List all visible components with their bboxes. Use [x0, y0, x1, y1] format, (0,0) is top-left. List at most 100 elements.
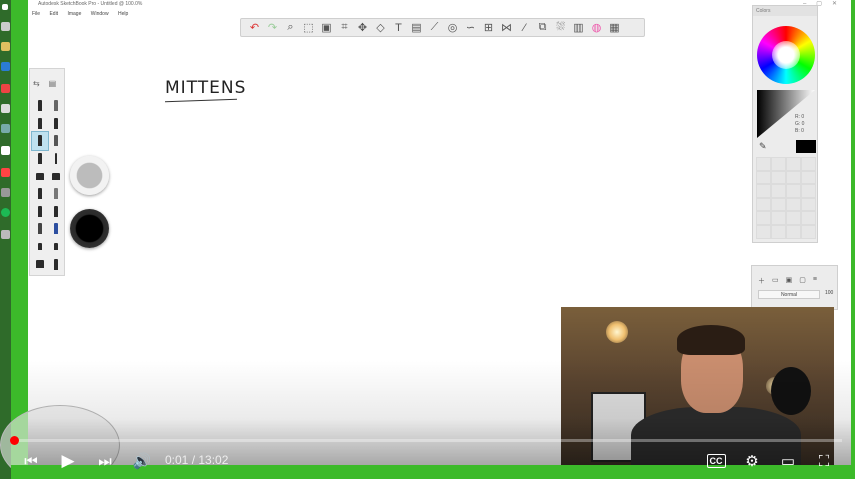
brush-chisel[interactable]: [32, 167, 48, 185]
menu-edit[interactable]: Edit: [49, 11, 58, 17]
swatch[interactable]: [801, 184, 816, 198]
volume-icon[interactable]: 🔊: [130, 448, 154, 474]
captions-icon[interactable]: CC: [704, 448, 728, 474]
value-triangle[interactable]: [757, 90, 815, 138]
crop-icon[interactable]: ⌗: [337, 20, 352, 35]
brush-pen[interactable]: [48, 115, 64, 133]
file-explorer-icon[interactable]: [1, 42, 10, 51]
menu-window[interactable]: Window: [91, 11, 109, 17]
fill-icon[interactable]: ⛆: [553, 20, 568, 35]
swatch[interactable]: [801, 211, 816, 225]
move-icon[interactable]: ✥: [355, 20, 370, 35]
stroke-icon[interactable]: ⁄: [517, 20, 532, 35]
swatch[interactable]: [801, 157, 816, 171]
menu-file[interactable]: File: [32, 11, 40, 17]
brush-ballpoint[interactable]: [48, 97, 64, 115]
shapes-icon[interactable]: ⧉: [535, 20, 550, 35]
swatch[interactable]: [786, 197, 801, 212]
layers-icon[interactable]: ▦: [607, 20, 622, 35]
blend-mode-select[interactable]: Normal: [758, 290, 820, 299]
brush-paint[interactable]: [32, 220, 48, 238]
brush-smear[interactable]: [32, 238, 48, 256]
redo-icon[interactable]: ↷: [265, 20, 280, 35]
transform-icon[interactable]: ▣: [319, 20, 334, 35]
brush-pencil[interactable]: [32, 97, 48, 115]
theater-mode-icon[interactable]: ▭: [776, 448, 800, 474]
swatch[interactable]: [801, 170, 816, 185]
symmetry-icon[interactable]: ⋈: [499, 20, 514, 35]
select-icon[interactable]: ⬚: [301, 20, 316, 35]
french-curve-icon[interactable]: ∽: [463, 20, 478, 35]
eyedropper-icon[interactable]: ✎: [759, 141, 767, 152]
app-icon[interactable]: [1, 104, 10, 113]
camtasia-icon[interactable]: [1, 146, 10, 155]
brush-fine[interactable]: [48, 150, 64, 168]
task-view-icon[interactable]: [1, 22, 10, 31]
swatch[interactable]: [756, 184, 771, 198]
start-icon[interactable]: [2, 4, 8, 10]
brush-inking[interactable]: [32, 150, 48, 168]
brush-wet[interactable]: [32, 255, 48, 273]
copic-icon[interactable]: ▥: [571, 20, 586, 35]
sketchbook-icon[interactable]: [1, 168, 10, 177]
brush-selected[interactable]: [31, 131, 49, 151]
swatch[interactable]: [756, 224, 771, 239]
lock-icon[interactable]: ▢: [799, 276, 806, 286]
swatch[interactable]: [771, 224, 786, 239]
brush-felt[interactable]: [48, 132, 64, 150]
brush-charcoal[interactable]: [48, 203, 64, 221]
ruler-icon[interactable]: ⟋: [427, 20, 442, 35]
swatch[interactable]: [786, 170, 801, 185]
brush-palette-header[interactable]: ⇆ ▤: [33, 79, 56, 88]
distort-icon[interactable]: ◇: [373, 20, 388, 35]
brush-texture[interactable]: [48, 255, 64, 273]
swatch[interactable]: [756, 170, 771, 185]
image-icon[interactable]: ▤: [409, 20, 424, 35]
swatch[interactable]: [801, 197, 816, 212]
play-icon[interactable]: ▶: [56, 448, 80, 474]
settings-icon[interactable]: ⚙: [740, 448, 764, 474]
swatch[interactable]: [756, 197, 771, 212]
image-layer-icon[interactable]: ▣: [786, 276, 793, 286]
spotify-icon[interactable]: [1, 208, 10, 217]
swatch[interactable]: [771, 170, 786, 185]
perspective-icon[interactable]: ⊞: [481, 20, 496, 35]
app-icon-2[interactable]: [1, 124, 10, 133]
swatch[interactable]: [801, 224, 816, 239]
swatch[interactable]: [786, 184, 801, 198]
swatch[interactable]: [786, 224, 801, 239]
menu-help[interactable]: Help: [118, 11, 128, 17]
menu-image[interactable]: Image: [67, 11, 81, 17]
swatch[interactable]: [786, 157, 801, 171]
zoom-icon[interactable]: ⌕: [283, 20, 298, 35]
swatch[interactable]: [771, 197, 786, 212]
swatch[interactable]: [771, 184, 786, 198]
layer-opacity[interactable]: 100: [825, 290, 833, 296]
next-icon[interactable]: ⏭: [94, 448, 116, 474]
undo-icon[interactable]: ↶: [247, 20, 262, 35]
brush-pastel[interactable]: [32, 203, 48, 221]
fullscreen-icon[interactable]: ⛶: [812, 448, 836, 474]
brush-airbrush[interactable]: [32, 185, 48, 203]
swatch[interactable]: [771, 157, 786, 171]
swatch[interactable]: [756, 157, 771, 171]
edge-icon[interactable]: [1, 62, 10, 71]
app-icon-3[interactable]: [1, 188, 10, 197]
brush-marker[interactable]: [32, 115, 48, 133]
brush-soft[interactable]: [48, 185, 64, 203]
color-wheel-icon[interactable]: ◍: [589, 20, 604, 35]
brush-size-puck[interactable]: [70, 156, 109, 195]
swatch[interactable]: [756, 211, 771, 225]
ellipse-icon[interactable]: ◎: [445, 20, 460, 35]
brush-blur[interactable]: [48, 238, 64, 256]
swatch[interactable]: [786, 211, 801, 225]
current-color-swatch[interactable]: [796, 140, 816, 153]
brush-block[interactable]: [48, 167, 64, 185]
color-wheel[interactable]: [757, 26, 815, 84]
swatch[interactable]: [771, 211, 786, 225]
folder-icon[interactable]: ▭: [772, 276, 779, 286]
app-icon-4[interactable]: [1, 230, 10, 239]
scrubber-handle[interactable]: [10, 436, 19, 445]
progress-bar[interactable]: [12, 439, 842, 442]
previous-icon[interactable]: ⏮: [20, 448, 42, 474]
